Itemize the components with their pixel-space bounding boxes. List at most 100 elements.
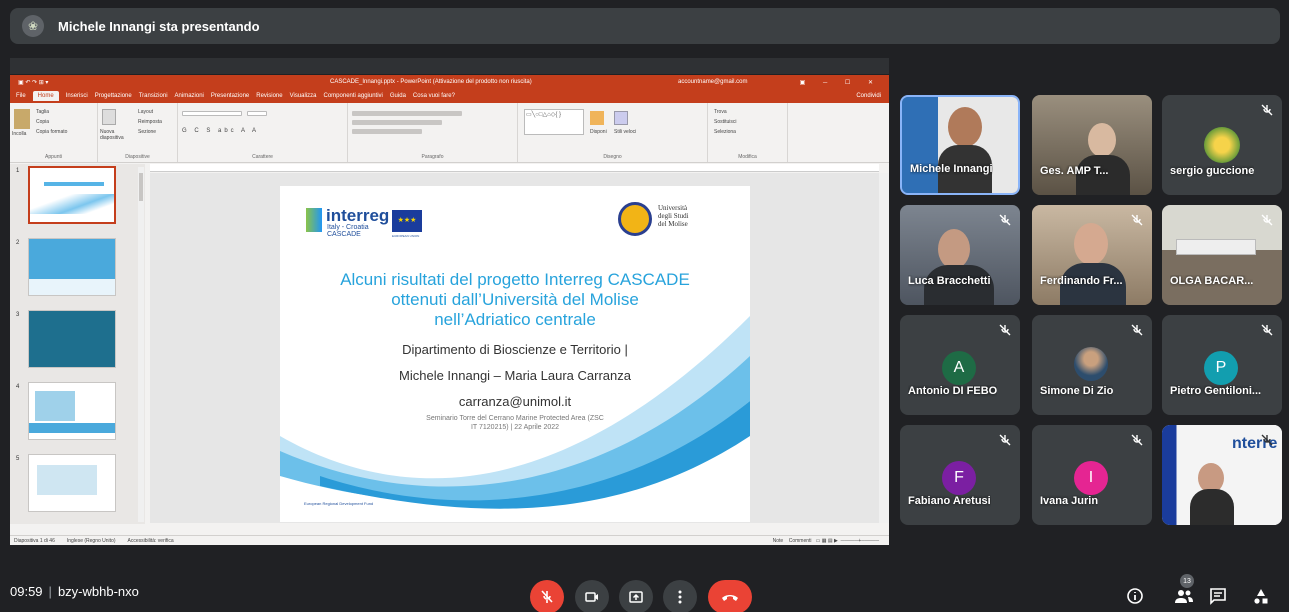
menu-tab[interactable]: Revisione bbox=[256, 93, 282, 99]
shapes-gallery[interactable]: ▭╲○□△⌂◇{ } bbox=[524, 109, 584, 135]
avatar-initial: A bbox=[942, 351, 976, 385]
mic-off-icon bbox=[1261, 434, 1273, 446]
slide-thumbnail-5[interactable] bbox=[28, 454, 116, 512]
participant-name: Pietro Gentiloni... bbox=[1170, 385, 1262, 397]
status-right-tools[interactable]: Note Commenti ▭ ▦ ▤ ▶ ─────+───── bbox=[773, 538, 879, 544]
slide-thumbnail-2[interactable] bbox=[28, 238, 116, 296]
present-button[interactable] bbox=[619, 580, 653, 612]
participant-name: Ivana Jurin bbox=[1040, 495, 1099, 507]
share-button[interactable]: Condividi bbox=[856, 93, 881, 99]
participant-tile[interactable]: OLGA BACAR... bbox=[1162, 205, 1282, 305]
tell-me-search[interactable]: Cosa vuoi fare? bbox=[413, 93, 455, 99]
quick-styles-button[interactable]: Stili veloci bbox=[614, 129, 636, 135]
arrange-button[interactable]: Disponi bbox=[590, 129, 607, 135]
font-style-buttons[interactable]: G C S abc A A bbox=[182, 128, 343, 134]
unimol-logo: Università degli Studi del Molise bbox=[618, 200, 728, 238]
menu-tab[interactable]: Inserisci bbox=[66, 93, 88, 99]
slide-thumbnail-4[interactable] bbox=[28, 382, 116, 440]
meeting-code: bzy-wbhb-nxo bbox=[57, 584, 139, 599]
slide-thumbnail-1[interactable] bbox=[28, 166, 116, 224]
arrange-icon[interactable] bbox=[590, 111, 604, 125]
participant-name: OLGA BACAR... bbox=[1170, 275, 1254, 287]
bottom-toolbar: 09:59 | bzy-wbhb-nxo 13 bbox=[0, 570, 1289, 612]
slide-seminar: Seminario Torre del Cerrano Marine Prote… bbox=[426, 415, 604, 431]
menu-tab[interactable]: Visualizza bbox=[290, 93, 317, 99]
language-status[interactable]: Inglese (Regno Unito) bbox=[67, 538, 116, 544]
mic-toggle-button[interactable] bbox=[530, 580, 564, 612]
paste-icon[interactable] bbox=[14, 109, 30, 129]
activities-button[interactable] bbox=[1249, 584, 1273, 608]
ppt-menu-tabs: File Home Inserisci Progettazione Transi… bbox=[10, 89, 889, 103]
new-slide-icon[interactable] bbox=[102, 109, 116, 125]
cut-button[interactable]: Taglia bbox=[36, 109, 49, 115]
people-button[interactable] bbox=[1172, 584, 1196, 608]
group-name: Appunti bbox=[45, 154, 62, 160]
paragraph-tools-row2[interactable] bbox=[352, 120, 442, 125]
menu-tab[interactable]: File bbox=[16, 93, 26, 99]
quick-access-toolbar[interactable]: ▣ ↶ ↷ ⊞ ▾ bbox=[18, 79, 78, 86]
leave-call-button[interactable] bbox=[708, 580, 752, 612]
replace-button[interactable]: Sostituisci bbox=[714, 119, 737, 125]
camera-toggle-button[interactable] bbox=[575, 580, 609, 612]
interreg-word: interreg bbox=[326, 206, 390, 225]
meet-window: ❀ Michele Innangi sta presentando ▣ ↶ ↷ … bbox=[0, 0, 1289, 612]
new-slide-label[interactable]: Nuova diapositiva bbox=[100, 129, 134, 141]
more-icon bbox=[678, 590, 682, 604]
participant-tile[interactable]: sergio guccione bbox=[1162, 95, 1282, 195]
copy-button[interactable]: Copia bbox=[36, 119, 49, 125]
paragraph-tools-row1[interactable] bbox=[352, 111, 462, 116]
participant-name: Fabiano Aretusi bbox=[908, 495, 991, 507]
ppt-account[interactable]: accountname@gmail.com bbox=[678, 79, 747, 85]
canvas-scrollbar[interactable] bbox=[879, 173, 889, 523]
participant-tile[interactable]: P Pietro Gentiloni... bbox=[1162, 315, 1282, 415]
mic-off-icon bbox=[1131, 324, 1143, 336]
menu-tab[interactable]: Componenti aggiuntivi bbox=[324, 93, 383, 99]
thumb-number: 5 bbox=[16, 456, 20, 462]
quick-styles-icon[interactable] bbox=[614, 111, 628, 125]
notes-button[interactable]: Note bbox=[773, 538, 784, 544]
participant-tile[interactable]: Simone Di Zio bbox=[1032, 315, 1152, 415]
ribbon-group-paragrafo: Paragrafo bbox=[348, 103, 518, 162]
find-button[interactable]: Trova bbox=[714, 109, 727, 115]
window-controls[interactable]: ▣ ─ ☐ ✕ bbox=[800, 79, 881, 86]
ribbon-group-diapositive: Nuova diapositiva Layout Reimposta Sezio… bbox=[98, 103, 178, 162]
avatar-initial: P bbox=[1204, 351, 1238, 385]
select-button[interactable]: Seleziona bbox=[714, 129, 736, 135]
paragraph-tools-row3[interactable] bbox=[352, 129, 422, 134]
menu-tab-home[interactable]: Home bbox=[32, 91, 59, 101]
accessibility-status[interactable]: Accessibilità: verifica bbox=[128, 538, 174, 544]
section-button[interactable]: Sezione bbox=[138, 129, 156, 135]
chat-button[interactable] bbox=[1206, 584, 1230, 608]
participant-tile[interactable]: Ferdinando Fr... bbox=[1032, 205, 1152, 305]
avatar bbox=[1074, 347, 1108, 381]
participant-tile[interactable]: Michele Innangi bbox=[900, 95, 1020, 195]
group-name: Paragrafo bbox=[421, 154, 444, 160]
slide-thumbnails-panel: 1 2 3 4 5 bbox=[10, 164, 145, 524]
format-painter-button[interactable]: Copia formato bbox=[36, 129, 67, 135]
font-name-select[interactable] bbox=[182, 111, 242, 116]
participant-tile[interactable]: Ges. AMP T... bbox=[1032, 95, 1152, 195]
font-size-select[interactable] bbox=[247, 111, 268, 116]
participant-tile[interactable]: A Antonio DI FEBO bbox=[900, 315, 1020, 415]
slide-thumbnail-3[interactable] bbox=[28, 310, 116, 368]
menu-tab[interactable]: Guida bbox=[390, 93, 406, 99]
participant-tile[interactable]: I Ivana Jurin bbox=[1032, 425, 1152, 525]
participant-tile[interactable]: F Fabiano Aretusi bbox=[900, 425, 1020, 525]
menu-tab[interactable]: Presentazione bbox=[211, 93, 249, 99]
paste-label[interactable]: Incolla bbox=[12, 131, 26, 137]
mic-off-icon bbox=[1261, 104, 1273, 116]
menu-tab[interactable]: Transizioni bbox=[139, 93, 168, 99]
menu-tab[interactable]: Progettazione bbox=[95, 93, 132, 99]
reset-button[interactable]: Reimposta bbox=[138, 119, 162, 125]
layout-button[interactable]: Layout bbox=[138, 109, 153, 115]
participant-tile[interactable]: nterre bbox=[1162, 425, 1282, 525]
comments-button[interactable]: Commenti bbox=[789, 538, 812, 544]
ribbon-group-carattere: G C S abc A A Carattere bbox=[178, 103, 348, 162]
menu-tab[interactable]: Animazioni bbox=[175, 93, 204, 99]
participant-tile[interactable]: Luca Bracchetti bbox=[900, 205, 1020, 305]
more-options-button[interactable] bbox=[663, 580, 697, 612]
presenter-avatar: ❀ bbox=[22, 15, 44, 37]
meeting-details-button[interactable] bbox=[1123, 584, 1147, 608]
thumbnails-scrollbar[interactable] bbox=[138, 167, 144, 522]
thumb-number: 3 bbox=[16, 312, 20, 318]
